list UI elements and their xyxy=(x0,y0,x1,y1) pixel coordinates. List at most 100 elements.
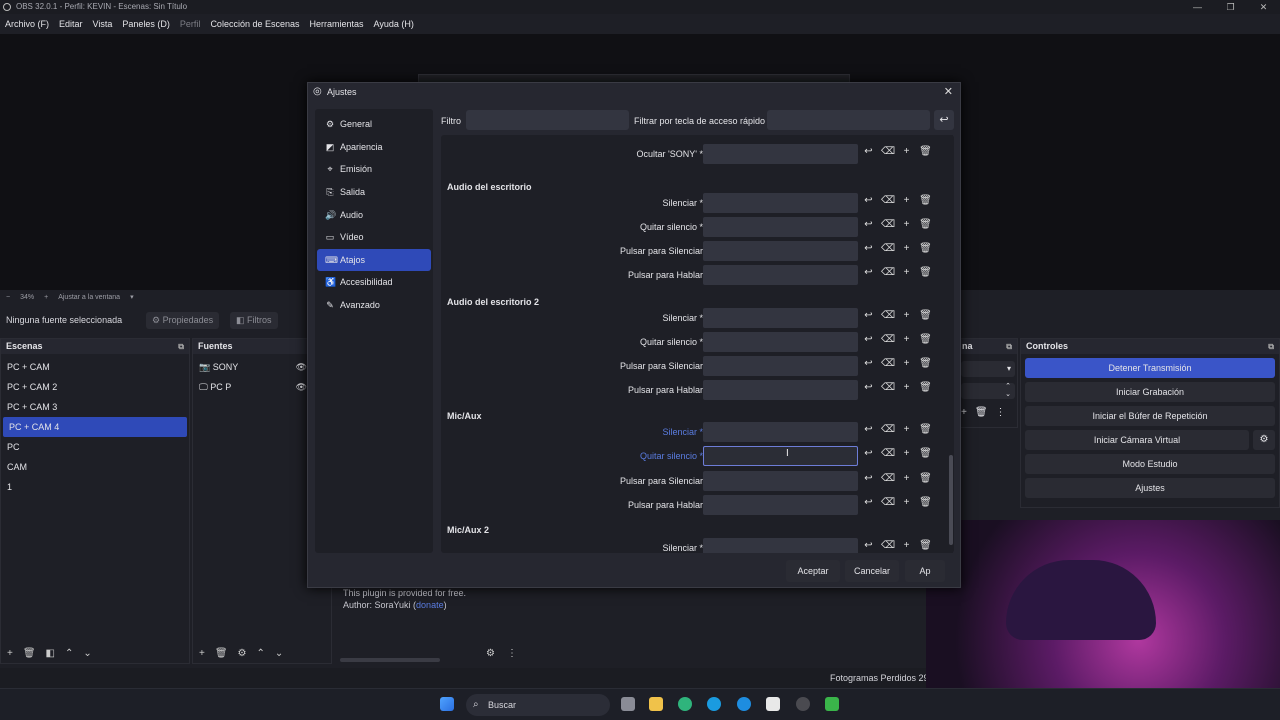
menu-tools[interactable]: Herramientas xyxy=(310,16,364,32)
clear-icon[interactable]: ⌫ xyxy=(881,448,895,459)
add-icon[interactable]: + xyxy=(900,195,913,206)
menu-edit[interactable]: Editar xyxy=(59,16,83,32)
minimize-button[interactable]: — xyxy=(1181,0,1214,14)
add-icon[interactable]: + xyxy=(900,358,913,369)
add-icon[interactable]: + xyxy=(900,219,913,230)
scene-item[interactable]: 1 xyxy=(1,477,189,497)
filter-input[interactable] xyxy=(466,110,629,130)
move-up-icon[interactable]: ⌃ xyxy=(65,648,73,659)
stop-streaming-button[interactable]: Detener Transmisión xyxy=(1025,358,1275,378)
transition-select[interactable]: ▾ xyxy=(961,361,1015,377)
accept-button[interactable]: Aceptar xyxy=(786,560,840,582)
start-recording-button[interactable]: Iniciar Grabación xyxy=(1025,382,1275,402)
nav-video[interactable]: ▭ Vídeo xyxy=(317,226,431,249)
clear-icon[interactable]: ⌫ xyxy=(881,473,895,484)
trash-icon[interactable]: 🗑 xyxy=(919,267,932,278)
add-icon[interactable]: + xyxy=(199,648,205,659)
cancel-button[interactable]: Cancelar xyxy=(845,560,899,582)
nav-general[interactable]: ⚙ General xyxy=(317,113,431,136)
trash-icon[interactable]: 🗑 xyxy=(919,358,932,369)
clear-icon[interactable]: ⌫ xyxy=(881,382,895,393)
edge-icon[interactable] xyxy=(678,697,692,711)
apply-button[interactable]: Ap xyxy=(905,560,945,582)
undo-icon[interactable]: ↩ xyxy=(862,382,875,393)
studio-mode-button[interactable]: Modo Estudio xyxy=(1025,454,1275,474)
nav-audio[interactable]: 🔊 Audio xyxy=(317,203,431,226)
game-icon[interactable] xyxy=(825,697,839,711)
donate-link[interactable]: donate xyxy=(416,600,444,610)
hotkey-field[interactable] xyxy=(703,495,858,515)
undo-icon[interactable]: ↩ xyxy=(862,424,875,435)
menu-file[interactable]: Archivo (F) xyxy=(5,16,49,32)
add-icon[interactable]: + xyxy=(900,540,913,551)
add-icon[interactable]: + xyxy=(900,146,913,157)
nav-stream[interactable]: ⌖ Emisión xyxy=(317,158,431,181)
trash-icon[interactable]: 🗑 xyxy=(919,382,932,393)
hotkey-field[interactable] xyxy=(703,241,858,261)
hotkey-field[interactable] xyxy=(703,538,858,553)
hotkey-field[interactable] xyxy=(703,422,858,442)
undo-icon[interactable]: ↩ xyxy=(862,473,875,484)
undo-icon[interactable]: ↩ xyxy=(862,267,875,278)
undo-icon[interactable]: ↩ xyxy=(862,195,875,206)
dock-float-icon[interactable]: ⧉ xyxy=(178,339,184,354)
mixer-settings-icon[interactable]: ⚙ xyxy=(486,648,495,659)
dock-float-icon[interactable]: ⧉ xyxy=(1268,339,1274,354)
trash-icon[interactable]: 🗑 xyxy=(919,243,932,254)
scene-item[interactable]: PC xyxy=(1,437,189,457)
undo-icon[interactable]: ↩ xyxy=(862,310,875,321)
settings-button[interactable]: Ajustes xyxy=(1025,478,1275,498)
fit-window-label[interactable]: Ajustar a la ventana xyxy=(58,292,120,304)
move-up-icon[interactable]: ⌃ xyxy=(257,648,265,659)
properties-button[interactable]: ⚙ Propiedades xyxy=(146,312,220,329)
eye-icon[interactable]: 👁 xyxy=(296,377,307,397)
more-icon[interactable]: ⋮ xyxy=(507,648,517,659)
add-icon[interactable]: + xyxy=(7,648,13,659)
move-down-icon[interactable]: ⌄ xyxy=(83,648,91,659)
hotkey-field[interactable] xyxy=(703,356,858,376)
hotkey-field-active[interactable] xyxy=(703,446,858,466)
clear-icon[interactable]: ⌫ xyxy=(881,267,895,278)
clear-icon[interactable]: ⌫ xyxy=(881,219,895,230)
start-replay-buffer-button[interactable]: Iniciar el Búfer de Repetición xyxy=(1025,406,1275,426)
trash-icon[interactable]: 🗑 xyxy=(919,448,932,459)
zoom-dropdown-icon[interactable]: ▾ xyxy=(130,292,134,304)
add-icon[interactable]: + xyxy=(900,424,913,435)
dock-float-icon[interactable]: ⧉ xyxy=(1006,339,1012,354)
nav-accessibility[interactable]: ♿ Accesibilidad xyxy=(317,271,431,294)
add-icon[interactable]: + xyxy=(900,497,913,508)
zoom-out-button[interactable]: − xyxy=(6,292,10,304)
trash-icon[interactable]: 🗑 xyxy=(919,146,932,157)
add-icon[interactable]: + xyxy=(900,473,913,484)
close-window-button[interactable]: ✕ xyxy=(1247,0,1280,14)
nav-advanced[interactable]: ✎ Avanzado xyxy=(317,294,431,317)
add-icon[interactable]: + xyxy=(900,310,913,321)
menu-scene-collection[interactable]: Colección de Escenas xyxy=(210,16,299,32)
add-icon[interactable]: + xyxy=(900,448,913,459)
capcut-icon[interactable] xyxy=(766,697,780,711)
undo-icon[interactable]: ↩ xyxy=(862,334,875,345)
eye-icon[interactable]: 👁 xyxy=(296,357,307,377)
hotkeys-scrollbar[interactable] xyxy=(949,135,953,553)
add-icon[interactable]: + xyxy=(900,267,913,278)
zoom-in-button[interactable]: + xyxy=(44,292,48,304)
hotkey-field[interactable] xyxy=(703,217,858,237)
menu-help[interactable]: Ayuda (H) xyxy=(374,16,414,32)
clear-icon[interactable]: ⌫ xyxy=(881,540,895,551)
hotkey-field[interactable] xyxy=(703,471,858,491)
scene-item[interactable]: PC + CAM 3 xyxy=(1,397,189,417)
trash-icon[interactable]: 🗑 xyxy=(975,407,988,418)
clear-icon[interactable]: ⌫ xyxy=(881,310,895,321)
menu-profile[interactable]: Perfil xyxy=(180,16,201,32)
start-virtual-camera-button[interactable]: Iniciar Cámara Virtual xyxy=(1025,430,1249,450)
filters-button[interactable]: ◧ Filtros xyxy=(230,312,278,329)
trash-icon[interactable]: 🗑 xyxy=(919,424,932,435)
hotkey-field[interactable] xyxy=(703,332,858,352)
scene-item-selected[interactable]: PC + CAM 4 xyxy=(3,417,187,437)
nav-appearance[interactable]: ◩ Apariencia xyxy=(317,136,431,159)
edge-beta-icon[interactable] xyxy=(707,697,721,711)
hotkey-field[interactable] xyxy=(703,265,858,285)
add-icon[interactable]: + xyxy=(900,243,913,254)
scrollbar-thumb[interactable] xyxy=(949,455,953,545)
clear-icon[interactable]: ⌫ xyxy=(881,243,895,254)
